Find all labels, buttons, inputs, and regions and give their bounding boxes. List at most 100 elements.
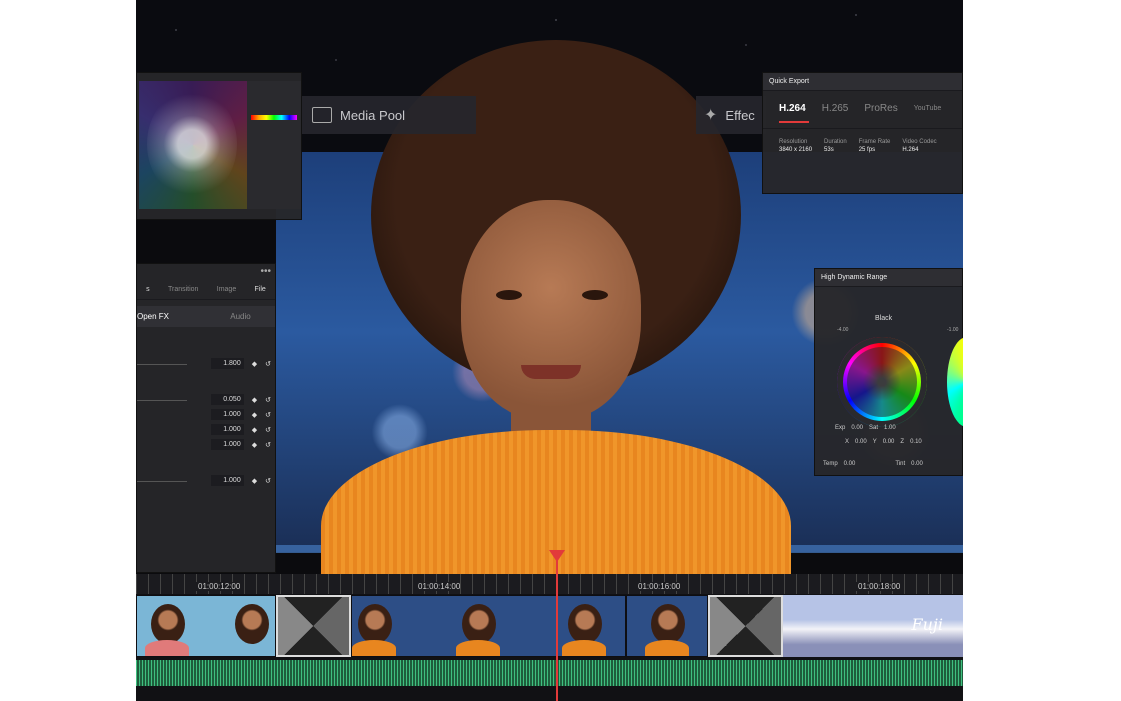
quick-export-panel: Quick Export H.264 H.265 ProRes YouTube … xyxy=(762,72,963,194)
y-label: Y xyxy=(872,439,877,445)
subject-smile xyxy=(521,365,581,379)
param-value[interactable]: 1.000 xyxy=(210,424,244,435)
temp-label: Temp xyxy=(823,461,838,467)
subject-face xyxy=(461,200,641,420)
keyframe-icon[interactable]: ◆ xyxy=(252,477,257,485)
zone-left-value: -4.00 xyxy=(837,327,849,333)
playhead[interactable] xyxy=(556,550,558,701)
hdr-temp-tint: Temp 0.00 Tint 0.00 xyxy=(823,461,923,467)
format-h264[interactable]: H.264 xyxy=(779,103,806,114)
reset-icon[interactable]: ↺ xyxy=(265,477,271,485)
reset-icon[interactable]: ↺ xyxy=(265,411,271,419)
param-value[interactable]: 1.000 xyxy=(210,439,244,450)
timecode-label: 01:00:16:00 xyxy=(634,582,681,591)
param-slider[interactable] xyxy=(137,364,187,365)
param-row: 1.000 ◆ ↺ xyxy=(210,424,271,435)
info-duration: Duration 53s xyxy=(824,139,847,153)
keyframe-icon[interactable]: ◆ xyxy=(252,411,257,419)
tab-transition[interactable]: Transition xyxy=(168,286,198,293)
param-value[interactable]: 0.050 xyxy=(210,394,244,405)
param-slider[interactable] xyxy=(137,481,187,482)
scope-color-bar xyxy=(251,115,297,120)
timecode-label: 01:00:18:00 xyxy=(854,582,901,591)
reset-icon[interactable]: ↺ xyxy=(265,360,271,368)
format-youtube[interactable]: YouTube xyxy=(914,105,942,112)
info-video-codec: Video Codec H.264 xyxy=(902,139,937,153)
vectorscope-trace xyxy=(147,89,237,199)
video-scope-panel xyxy=(136,72,302,220)
timeline-transition[interactable] xyxy=(708,595,783,657)
keyframe-icon[interactable]: ◆ xyxy=(252,426,257,434)
exp-label: Exp xyxy=(835,425,846,431)
timeline-transition[interactable] xyxy=(276,595,351,657)
format-prores[interactable]: ProRes xyxy=(864,103,897,114)
editor-stage: Media Pool ✦ Effec Quick Export H.264 H.… xyxy=(136,0,963,701)
tab-image[interactable]: Image xyxy=(217,286,236,293)
video-track: Fuji xyxy=(136,595,963,657)
inspector-tabs: s Transition Image File xyxy=(137,264,275,300)
x-label: X xyxy=(845,439,850,445)
param-row: 1.800 ◆ ↺ xyxy=(210,358,271,369)
param-value[interactable]: 1.000 xyxy=(210,475,244,486)
tab-effects[interactable]: s xyxy=(146,286,150,293)
export-format-tabs: H.264 H.265 ProRes YouTube xyxy=(763,91,962,120)
zone-right-value: -1.00 xyxy=(947,327,959,333)
timeline-clip[interactable] xyxy=(351,595,626,657)
page-toolbar: Media Pool xyxy=(296,96,476,134)
export-info: Resolution 3840 x 2160 Duration 53s Frame … xyxy=(763,128,962,163)
tab-file[interactable]: File xyxy=(255,286,266,293)
effects-label: Effec xyxy=(725,107,755,123)
tint-value[interactable]: 0.00 xyxy=(911,461,923,467)
zone-label: Black xyxy=(875,315,893,322)
info-frame-rate: Frame Rate 25 fps xyxy=(858,139,891,153)
reset-icon[interactable]: ↺ xyxy=(265,396,271,404)
magic-wand-icon: ✦ xyxy=(704,107,718,124)
more-options-icon[interactable]: ••• xyxy=(260,266,271,277)
y-value[interactable]: 0.00 xyxy=(883,439,895,445)
timecode-label: 01:00:12:00 xyxy=(194,582,241,591)
exp-value[interactable]: 0.00 xyxy=(851,425,863,431)
subject-left-eye xyxy=(496,290,522,300)
z-value[interactable]: 0.10 xyxy=(910,439,922,445)
media-pool-icon xyxy=(312,107,332,123)
param-row: 1.000 ◆ ↺ xyxy=(210,439,271,450)
timeline-clip[interactable] xyxy=(136,595,276,657)
keyframe-icon[interactable]: ◆ xyxy=(252,360,257,368)
tint-label: Tint xyxy=(895,461,906,467)
clip-title-text: Fuji xyxy=(911,615,943,634)
timeline-clip[interactable]: Fuji xyxy=(783,595,963,657)
media-pool-button[interactable]: Media Pool xyxy=(296,107,421,123)
info-resolution: Resolution 3840 x 2160 xyxy=(779,139,813,153)
sat-value[interactable]: 1.00 xyxy=(884,425,896,431)
reset-icon[interactable]: ↺ xyxy=(265,426,271,434)
timeline[interactable]: 01:00:12:00 01:00:14:00 01:00:16:00 01:0… xyxy=(136,574,963,701)
param-value[interactable]: 1.000 xyxy=(210,409,244,420)
inspector-panel: ••• s Transition Image File Open FX Audi… xyxy=(136,263,276,573)
keyframe-icon[interactable]: ◆ xyxy=(252,441,257,449)
param-row: 1.000 ◆ ↺ xyxy=(210,475,271,486)
black-color-wheel[interactable] xyxy=(837,337,927,427)
active-tab-underline xyxy=(779,121,809,123)
subtab-audio[interactable]: Audio xyxy=(206,312,275,321)
quick-export-title: Quick Export xyxy=(763,73,962,91)
param-slider[interactable] xyxy=(137,400,187,401)
temp-value[interactable]: 0.00 xyxy=(844,461,856,467)
scope-settings xyxy=(247,81,301,209)
playhead-handle[interactable] xyxy=(549,550,565,562)
keyframe-icon[interactable]: ◆ xyxy=(252,396,257,404)
hdr-exp-sat: Exp 0.00 Sat 1.00 xyxy=(835,425,945,431)
x-value[interactable]: 0.00 xyxy=(855,439,867,445)
audio-track[interactable] xyxy=(136,660,963,686)
hdr-panel: High Dynamic Range Black -4.00 -1.00 Exp… xyxy=(814,268,963,476)
reset-icon[interactable]: ↺ xyxy=(265,441,271,449)
timeline-ruler[interactable] xyxy=(136,574,963,594)
effects-button[interactable]: ✦ Effec xyxy=(696,105,763,125)
subtab-open-fx[interactable]: Open FX xyxy=(137,312,206,321)
z-label: Z xyxy=(900,439,905,445)
sat-label: Sat xyxy=(869,425,879,431)
param-value[interactable]: 1.800 xyxy=(210,358,244,369)
format-h265[interactable]: H.265 xyxy=(822,103,849,114)
next-color-wheel[interactable] xyxy=(947,337,963,427)
param-row: 0.050 ◆ ↺ xyxy=(210,394,271,405)
timeline-clip[interactable] xyxy=(626,595,708,657)
